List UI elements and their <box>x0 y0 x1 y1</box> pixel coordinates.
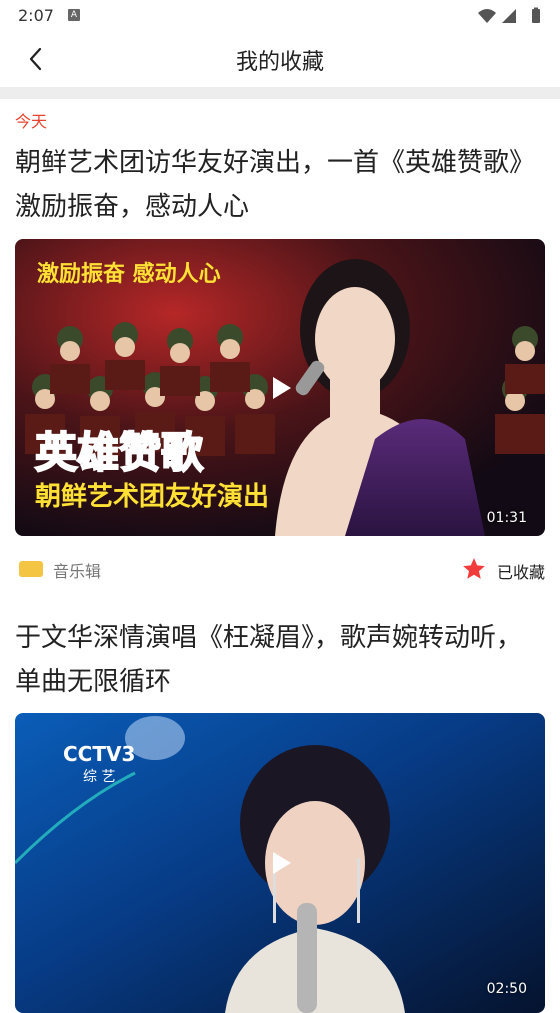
favorite-label: 已收藏 <box>496 563 545 582</box>
star-icon <box>463 558 485 579</box>
signal-icon <box>502 9 516 23</box>
video-thumbnail[interactable]: CCTV3 综 艺 02:50 <box>15 713 545 1013</box>
thumb-caption-top: 激励振奋 感动人心 <box>37 261 221 287</box>
wifi-icon <box>478 9 496 23</box>
status-time: 2:07 <box>18 6 54 25</box>
status-bar: 2:07 A <box>0 0 560 32</box>
app-header: 我的收藏 <box>0 32 560 87</box>
card-title[interactable]: 朝鲜艺术团访华友好演出，一首《英雄赞歌》激励振奋，感动人心 <box>15 141 545 229</box>
thumb-logo: CCTV3 <box>63 742 135 766</box>
notification-icon: A <box>68 9 80 21</box>
thumb-logo-sub: 综 艺 <box>83 769 115 785</box>
header-divider <box>0 87 560 99</box>
video-thumbnail[interactable]: 激励振奋 感动人心 英雄赞歌 朝鲜艺术团友好演出 01:31 <box>15 239 545 536</box>
card-meta: 音乐辑 已收藏 <box>15 554 545 584</box>
video-duration: 01:31 <box>486 510 527 526</box>
status-icons <box>478 7 540 23</box>
play-icon[interactable] <box>265 373 295 403</box>
source-logo <box>19 561 43 577</box>
battery-icon <box>532 9 540 23</box>
thumb-caption-main: 英雄赞歌 <box>35 428 204 477</box>
page-title: 我的收藏 <box>235 50 324 75</box>
card-title[interactable]: 于文华深情演唱《枉凝眉》，歌声婉转动听，单曲无限循环 <box>15 616 545 704</box>
thumb-caption-sub: 朝鲜艺术团友好演出 <box>35 481 269 512</box>
date-label: 今天 <box>15 112 48 131</box>
play-icon[interactable] <box>265 848 295 878</box>
source-name[interactable]: 音乐辑 <box>53 558 101 582</box>
favorite-button[interactable]: 已收藏 <box>455 556 545 582</box>
